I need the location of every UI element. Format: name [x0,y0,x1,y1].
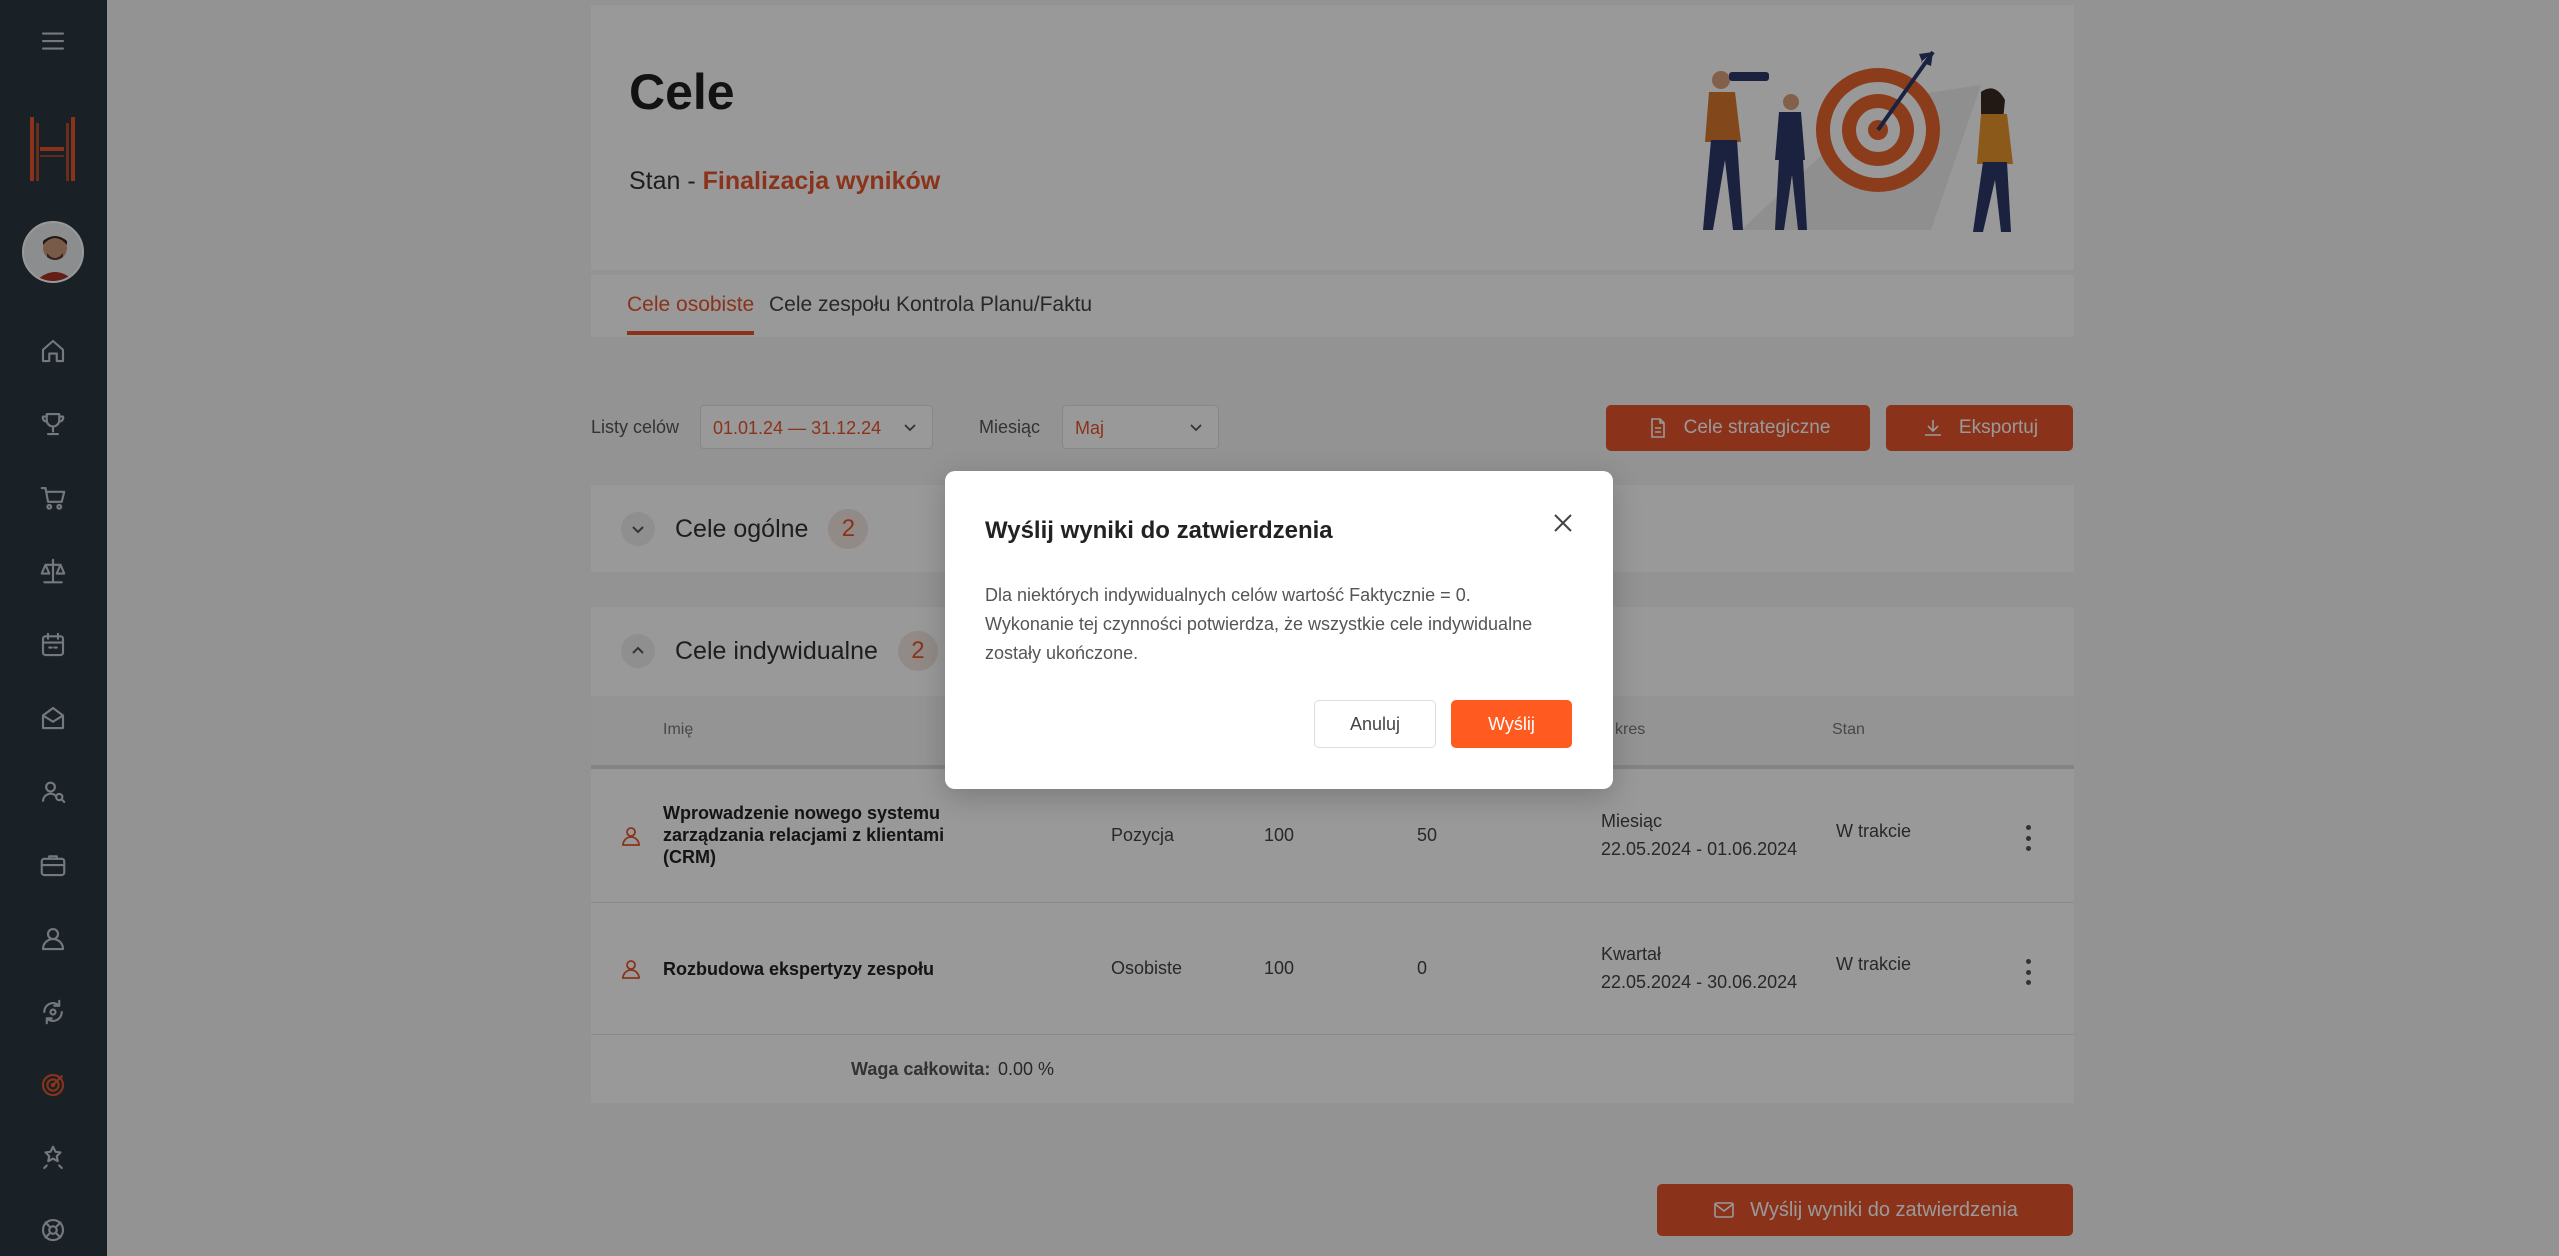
dialog-message-line: Wykonanie tej czynności potwierdza, że w… [985,614,1533,634]
cancel-button[interactable]: Anuluj [1314,700,1436,748]
dialog-message-line: Dla niektórych indywidualnych celów wart… [985,585,1471,605]
dialog-message: Dla niektórych indywidualnych celów wart… [985,581,1585,668]
confirm-dialog: Wyślij wyniki do zatwierdzenia Dla niekt… [945,471,1613,789]
dialog-title: Wyślij wyniki do zatwierdzenia [985,517,1333,544]
send-button[interactable]: Wyślij [1451,700,1572,748]
dialog-message-line: zostały ukończone. [985,643,1139,663]
close-icon[interactable] [1549,509,1577,537]
